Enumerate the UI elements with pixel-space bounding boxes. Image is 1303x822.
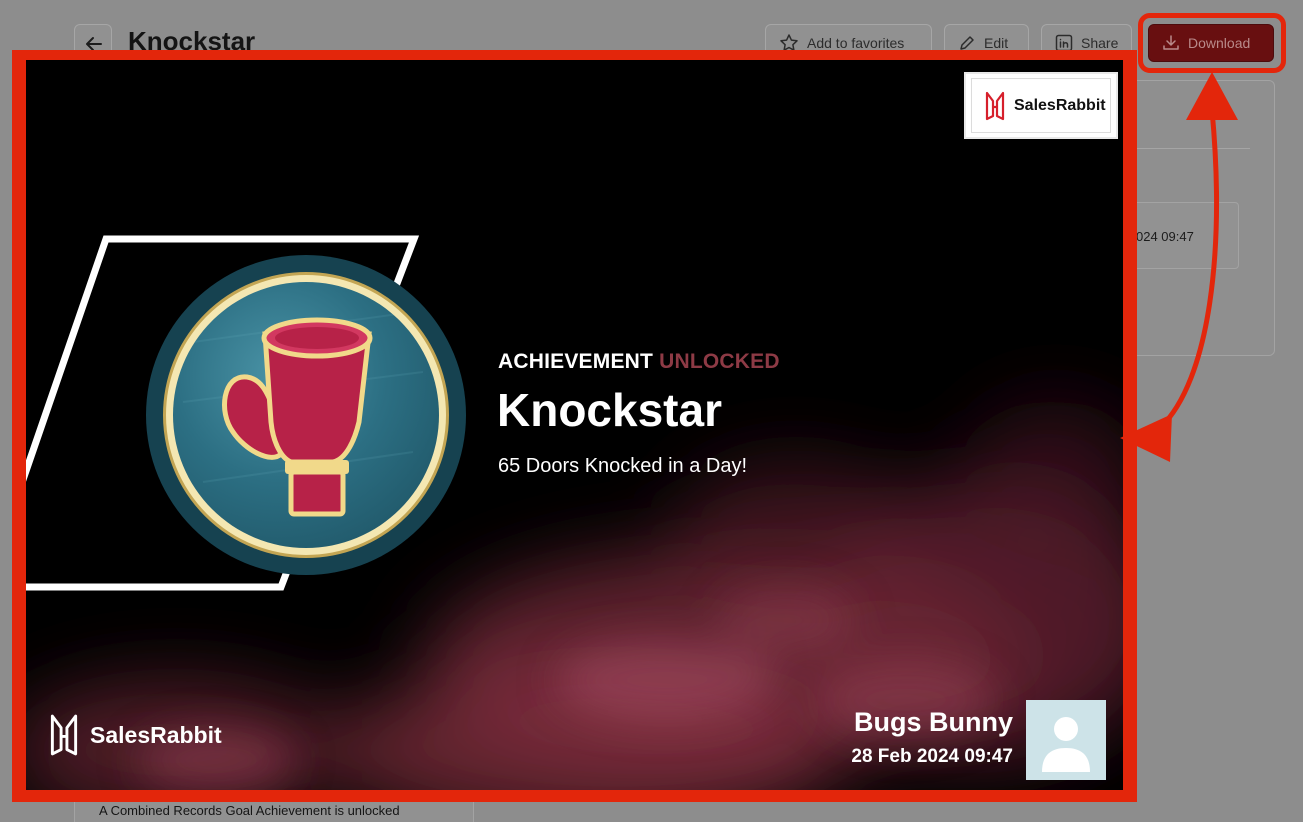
user-name: Bugs Bunny — [854, 707, 1013, 737]
achievement-description: A Combined Records Goal Achievement is u… — [99, 803, 400, 818]
download-highlight-annotation — [1138, 13, 1286, 73]
brand-logo-box: SalesRabbit — [964, 72, 1118, 139]
achievement-label-suffix: UNLOCKED — [659, 350, 780, 373]
add-to-favorites-label: Add to favorites — [807, 35, 905, 51]
badge-gold-ring — [163, 272, 449, 558]
achievement-title: Knockstar — [497, 384, 722, 436]
boxing-glove-icon — [182, 311, 424, 517]
date-fragment: 024 09:47 — [1136, 229, 1194, 244]
achievement-subtitle: 65 Doors Knocked in a Day! — [498, 455, 748, 477]
user-placeholder-icon — [1042, 717, 1090, 772]
achievement-label: ACHIEVEMENT UNLOCKED — [498, 350, 780, 374]
badge-core — [173, 282, 439, 548]
salesrabbit-logo-icon — [50, 714, 78, 756]
footer-brand-logo: SalesRabbit — [48, 713, 222, 757]
achievement-label-prefix: ACHIEVEMENT — [498, 350, 654, 373]
achievement-image: ACHIEVEMENT UNLOCKED Knockstar 65 Doors … — [26, 60, 1123, 790]
achievement-badge — [146, 255, 466, 575]
brand-name: SalesRabbit — [1014, 96, 1106, 114]
avatar — [1026, 700, 1106, 780]
salesrabbit-logo-icon — [985, 91, 1005, 120]
achievement-date: 28 Feb 2024 09:47 — [851, 746, 1013, 767]
edit-label: Edit — [984, 35, 1009, 51]
footer-brand-name: SalesRabbit — [90, 721, 222, 748]
share-label: Share — [1081, 35, 1119, 51]
